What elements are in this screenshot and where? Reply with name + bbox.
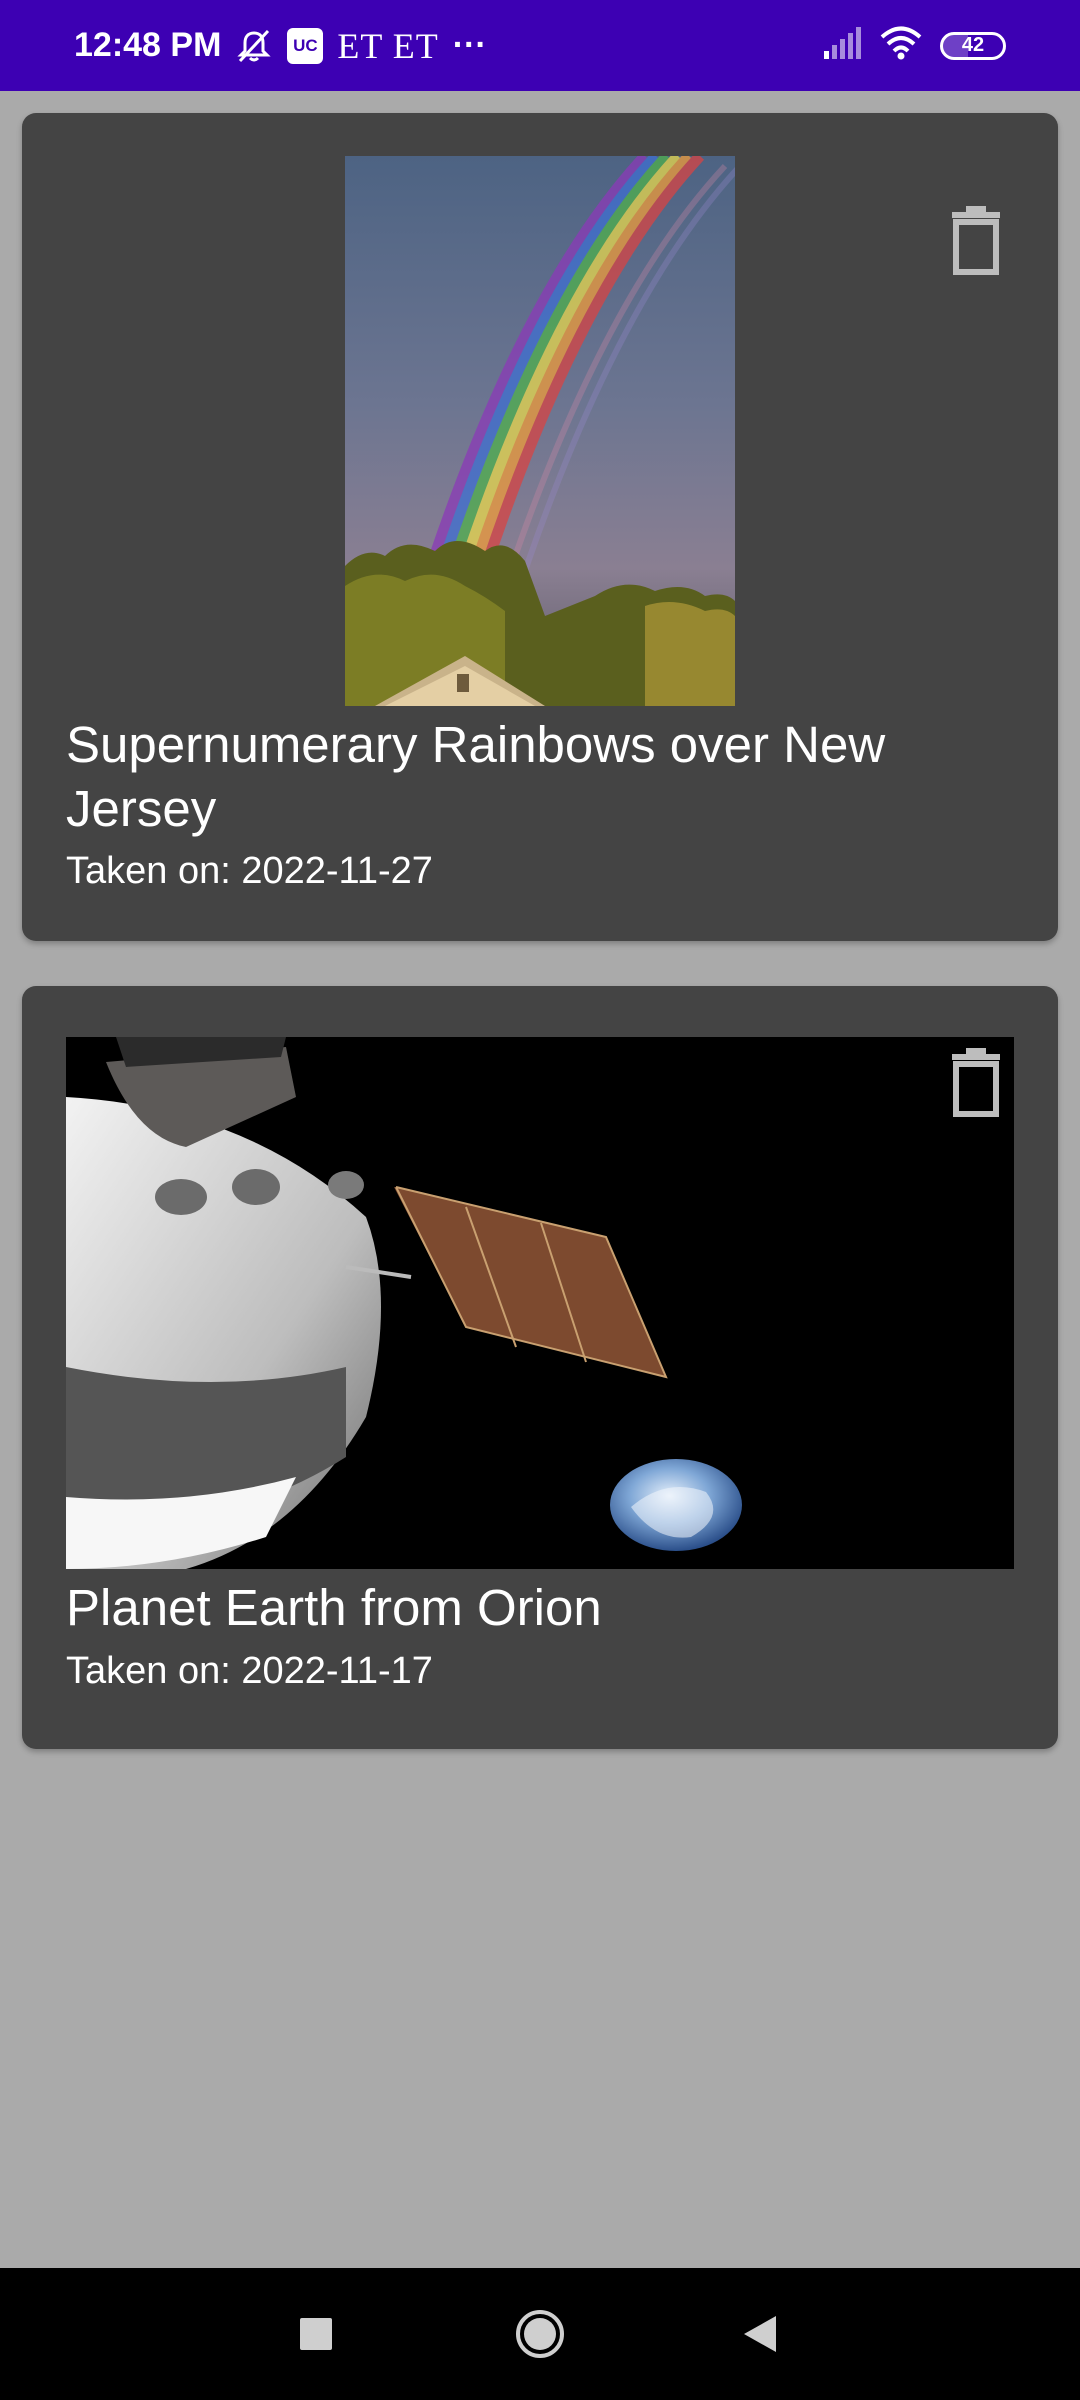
status-right: 42 [822, 0, 1006, 91]
status-bar: 12:48 PM UC ET ET ··· 42 [0, 0, 1080, 91]
recents-square-icon [300, 2318, 332, 2350]
carrier-label: ET ET [337, 25, 439, 66]
more-notifications-icon: ··· [452, 26, 487, 64]
navigation-bar [0, 2268, 1080, 2400]
orion-earth-photo[interactable] [66, 1037, 1014, 1569]
wifi-icon [880, 26, 922, 65]
photo-card[interactable]: Planet Earth from Orion Taken on: 2022-1… [22, 986, 1058, 1749]
home-circle-icon [516, 2310, 564, 2358]
photo-card[interactable]: Supernumerary Rainbows over New Jersey T… [22, 113, 1058, 941]
trash-icon [952, 206, 1000, 275]
card-date: Taken on: 2022-11-27 [66, 850, 433, 892]
delete-button[interactable] [948, 206, 1004, 276]
back-button[interactable] [720, 2268, 800, 2400]
back-triangle-icon [744, 2316, 776, 2352]
uc-icon: UC [287, 27, 324, 64]
card-title: Supernumerary Rainbows over New Jersey [66, 716, 886, 837]
card-date: Taken on: 2022-11-17 [66, 1650, 433, 1692]
status-time: 12:48 PM [74, 26, 222, 64]
recents-button[interactable] [276, 2268, 356, 2400]
rainbow-photo[interactable] [345, 156, 735, 706]
delete-button[interactable] [948, 1048, 1004, 1118]
card-title: Planet Earth from Orion [66, 1579, 602, 1636]
battery-icon: 42 [940, 31, 1006, 60]
signal-icon [822, 27, 862, 64]
mute-icon [235, 27, 273, 65]
trash-icon [952, 1048, 1000, 1117]
home-button[interactable] [500, 2268, 580, 2400]
status-left: 12:48 PM UC ET ET ··· [74, 0, 487, 91]
